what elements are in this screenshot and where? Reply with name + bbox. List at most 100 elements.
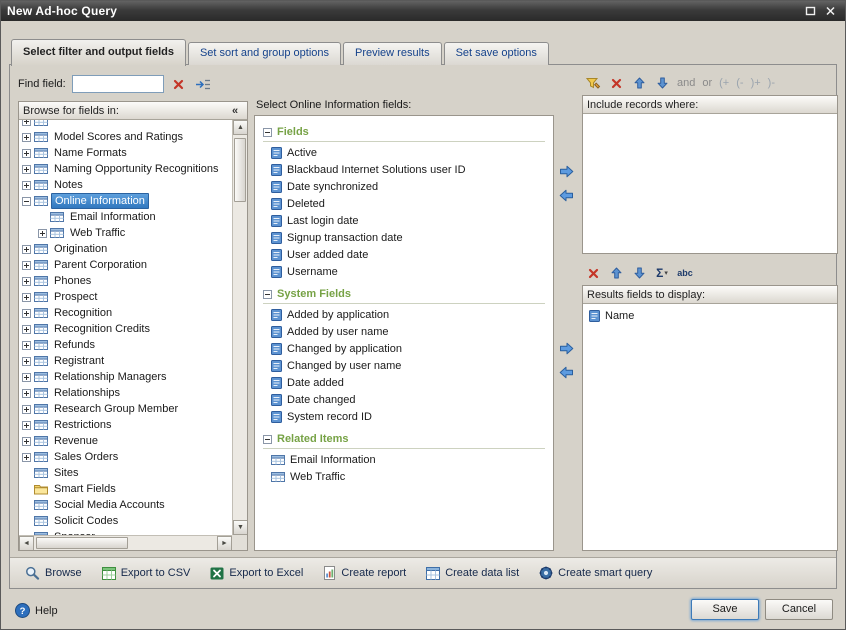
tree-item-sites[interactable]: Sites [19, 465, 232, 481]
field-item-date-changed[interactable]: Date changed [255, 391, 553, 408]
field-item-changed-by-application[interactable]: Changed by application [255, 340, 553, 357]
tree-item-relationships[interactable]: Relationships [19, 385, 232, 401]
plus-box-icon[interactable] [22, 120, 31, 126]
plus-box-icon[interactable] [22, 148, 31, 158]
tree-item-model-scores-and-ratings[interactable]: Model Scores and Ratings [19, 129, 232, 145]
restore-window-button[interactable] [802, 4, 819, 18]
plus-box-icon[interactable] [22, 388, 31, 398]
operator-and[interactable]: and [677, 77, 695, 89]
plus-box-icon[interactable] [22, 180, 31, 190]
plus-box-icon[interactable] [22, 404, 31, 414]
action-create-report[interactable]: Create report [316, 563, 413, 583]
tree-item-email-information[interactable]: Email Information [19, 209, 232, 225]
grouping-button[interactable]: )+ [751, 77, 761, 89]
tree-item-restrictions[interactable]: Restrictions [19, 417, 232, 433]
results-add-button[interactable] [557, 341, 575, 356]
include-add-button[interactable] [557, 164, 575, 179]
tree-item-recognition[interactable]: Recognition [19, 305, 232, 321]
tree-item-solicit-codes[interactable]: Solicit Codes [19, 513, 232, 529]
field-group-fields[interactable]: Fields [263, 126, 545, 142]
vertical-scrollbar[interactable]: ▲ ▼ [232, 120, 247, 535]
tree-item-research-group-member[interactable]: Research Group Member [19, 401, 232, 417]
delete-x-button[interactable] [608, 75, 624, 91]
horizontal-scroll-thumb[interactable] [36, 537, 128, 549]
clear-find-button[interactable] [170, 76, 188, 92]
include-remove-button[interactable] [557, 188, 575, 203]
tree-item-smart-fields[interactable]: Smart Fields [19, 481, 232, 497]
field-group-related-items[interactable]: Related Items [263, 433, 545, 449]
plus-box-icon[interactable] [22, 340, 31, 350]
action-create-data-list[interactable]: Create data list [419, 564, 526, 583]
collapse-panel-button[interactable]: « [227, 105, 243, 117]
field-item-deleted[interactable]: Deleted [255, 195, 553, 212]
tab-set-sort-and-group-options[interactable]: Set sort and group options [187, 42, 341, 65]
grouping-button[interactable]: (- [736, 77, 743, 89]
plus-box-icon[interactable] [22, 420, 31, 430]
field-item-changed-by-user-name[interactable]: Changed by user name [255, 357, 553, 374]
action-export-to-csv[interactable]: Export to CSV [95, 564, 198, 583]
tree-item-relationship-managers[interactable]: Relationship Managers [19, 369, 232, 385]
tab-preview-results[interactable]: Preview results [343, 42, 442, 65]
plus-box-icon[interactable] [22, 324, 31, 334]
tree-item-parent-corporation[interactable]: Parent Corporation [19, 257, 232, 273]
abc-button[interactable]: abc [677, 265, 693, 281]
find-field-input[interactable] [71, 75, 164, 93]
tree-item-naming-opportunity-recognitions[interactable]: Naming Opportunity Recognitions [19, 161, 232, 177]
operator-or[interactable]: or [702, 77, 712, 89]
delete-x-button[interactable] [585, 265, 601, 281]
plus-box-icon[interactable] [38, 228, 47, 238]
tree-item-phones[interactable]: Phones [19, 273, 232, 289]
tree-item-refunds[interactable]: Refunds [19, 337, 232, 353]
arrow-down-button[interactable] [631, 265, 647, 281]
plus-box-icon[interactable] [22, 308, 31, 318]
tree-item-recognition-credits[interactable]: Recognition Credits [19, 321, 232, 337]
minus-box-icon[interactable] [22, 196, 31, 206]
plus-box-icon[interactable] [22, 244, 31, 254]
results-remove-button[interactable] [557, 365, 575, 380]
plus-box-icon[interactable] [22, 452, 31, 462]
tab-select-filter-and-output-fields[interactable]: Select filter and output fields [11, 39, 186, 66]
plus-box-icon[interactable] [22, 436, 31, 446]
arrow-up-button[interactable] [631, 75, 647, 91]
locate-field-button[interactable] [194, 76, 212, 92]
field-item-added-by-user-name[interactable]: Added by user name [255, 323, 553, 340]
scroll-right-button[interactable]: ► [217, 536, 232, 550]
tree-item-clipped[interactable] [19, 120, 232, 129]
action-browse[interactable]: Browse [18, 563, 89, 583]
tree-item-social-media-accounts[interactable]: Social Media Accounts [19, 497, 232, 513]
plus-box-icon[interactable] [22, 132, 31, 142]
field-item-username[interactable]: Username [255, 263, 553, 280]
tree-item-online-information[interactable]: Online Information [19, 193, 232, 209]
minus-box-icon[interactable] [263, 434, 272, 444]
tree-item-registrant[interactable]: Registrant [19, 353, 232, 369]
scroll-down-button[interactable]: ▼ [233, 520, 247, 535]
plus-box-icon[interactable] [22, 356, 31, 366]
tree-item-revenue[interactable]: Revenue [19, 433, 232, 449]
field-item-date-added[interactable]: Date added [255, 374, 553, 391]
minus-box-icon[interactable] [263, 127, 272, 137]
tree-item-web-traffic[interactable]: Web Traffic [19, 225, 232, 241]
plus-box-icon[interactable] [22, 260, 31, 270]
field-item-user-added-date[interactable]: User added date [255, 246, 553, 263]
results-field-name[interactable]: Name [583, 307, 837, 324]
tree-item-notes[interactable]: Notes [19, 177, 232, 193]
scroll-up-button[interactable]: ▲ [233, 120, 247, 135]
sigma-button[interactable]: Σ ▾ [654, 265, 670, 281]
save-button[interactable]: Save [691, 599, 759, 620]
close-window-button[interactable] [822, 4, 839, 18]
action-create-smart-query[interactable]: Create smart query [532, 563, 659, 583]
tree-item-sales-orders[interactable]: Sales Orders [19, 449, 232, 465]
field-item-web-traffic[interactable]: Web Traffic [255, 468, 553, 485]
field-item-system-record-id[interactable]: System record ID [255, 408, 553, 425]
action-export-to-excel[interactable]: Export to Excel [203, 564, 310, 583]
help-link[interactable]: ? Help [15, 603, 58, 618]
field-item-last-login-date[interactable]: Last login date [255, 212, 553, 229]
arrow-down-button[interactable] [654, 75, 670, 91]
minus-box-icon[interactable] [263, 289, 272, 299]
results-list[interactable]: Name [583, 304, 837, 550]
cancel-button[interactable]: Cancel [765, 599, 833, 620]
vertical-scroll-thumb[interactable] [234, 138, 246, 202]
field-item-email-information[interactable]: Email Information [255, 451, 553, 468]
field-item-active[interactable]: Active [255, 144, 553, 161]
filter-criteria-list[interactable] [583, 114, 837, 253]
